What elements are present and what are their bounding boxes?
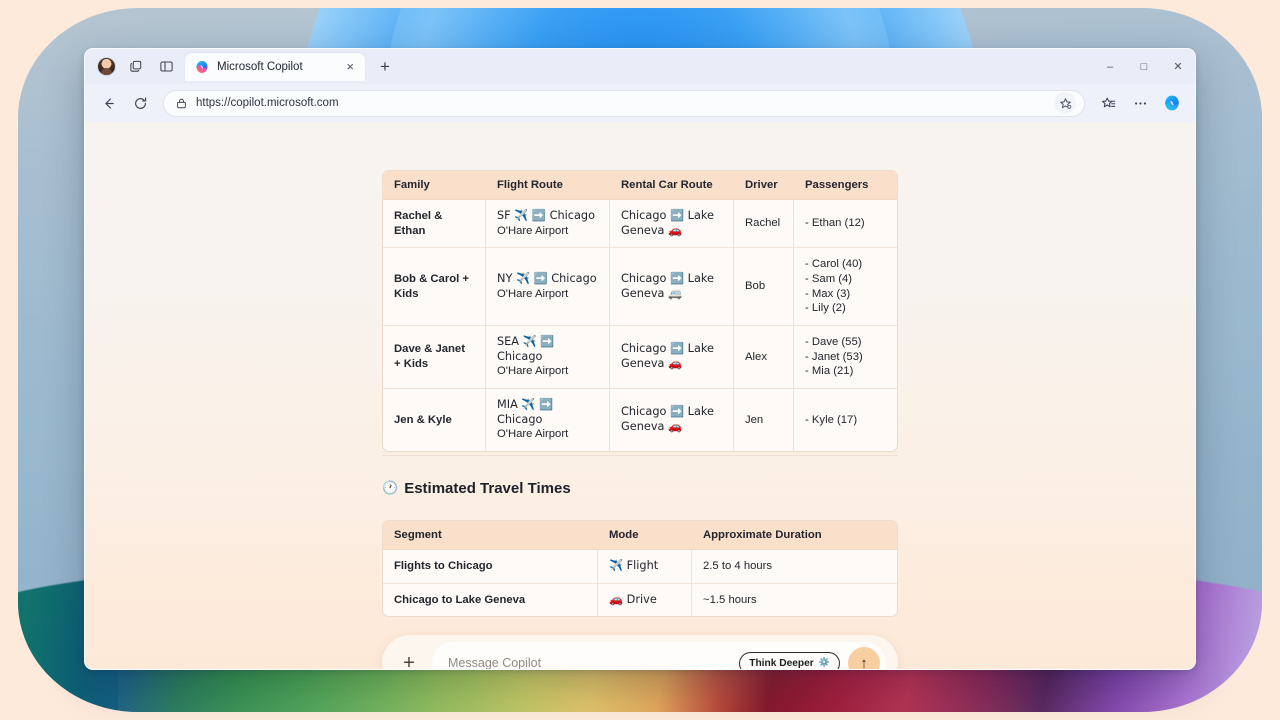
cell-passengers: - Kyle (17) <box>793 388 897 452</box>
favorites-icon[interactable] <box>1093 89 1123 117</box>
cell-driver: Bob <box>733 247 793 326</box>
think-deeper-toggle[interactable]: Think Deeper ⚙️ <box>739 651 840 669</box>
settings-more-icon[interactable] <box>1125 89 1155 117</box>
table-row: Chicago to Lake Geneva 🚗 Drive ~1.5 hour… <box>383 582 897 617</box>
url-text: https://copilot.microsoft.com <box>196 97 339 109</box>
workspaces-icon[interactable] <box>121 53 151 81</box>
table-row: Rachel & Ethan SF ✈️ ➡️ Chicago O'Hare A… <box>383 200 897 248</box>
column-header-segment: Segment <box>383 521 597 550</box>
section-heading-text: Estimated Travel Times <box>404 480 571 497</box>
table-row: Dave & Janet + Kids SEA ✈️ ➡️ Chicago O'… <box>383 325 897 389</box>
cell-driver: Alex <box>733 325 793 389</box>
flight-routes-table: Family Flight Route Rental Car Route Dri… <box>382 170 898 453</box>
window-controls: – □ ✕ <box>1093 49 1195 84</box>
site-info-icon[interactable] <box>175 97 188 110</box>
navigation-bar: https://copilot.microsoft.com <box>85 84 1195 122</box>
avatar[interactable] <box>91 53 121 81</box>
add-favorite-icon[interactable] <box>1054 92 1076 114</box>
cell-flight-route: SEA ✈️ ➡️ Chicago O'Hare Airport <box>485 325 609 389</box>
column-header-approximate-duration: Approximate Duration <box>691 521 897 550</box>
tab-strip: Microsoft Copilot × + – □ ✕ <box>85 49 1195 84</box>
table-header-row: Family Flight Route Rental Car Route Dri… <box>383 171 897 200</box>
cell-family: Dave & Janet + Kids <box>383 325 485 388</box>
cell-mode: 🚗 Drive <box>597 582 691 617</box>
page-section-heading: 🕐 Estimated Travel Times <box>382 480 571 497</box>
send-button[interactable]: ↑ <box>848 647 880 669</box>
cell-family: Jen & Kyle <box>383 388 485 451</box>
table-row: Jen & Kyle MIA ✈️ ➡️ Chicago O'Hare Airp… <box>383 388 897 452</box>
page-viewport: Family Flight Route Rental Car Route Dri… <box>85 122 1195 669</box>
cell-segment: Flights to Chicago <box>394 560 493 572</box>
cell-flight-route: MIA ✈️ ➡️ Chicago O'Hare Airport <box>485 388 609 452</box>
cell-family: Rachel & Ethan <box>394 210 443 237</box>
think-deeper-label: Think Deeper <box>749 657 814 669</box>
copilot-favicon-icon <box>195 60 209 74</box>
browser-window: Microsoft Copilot × + – □ ✕ https://copi… <box>84 48 1196 670</box>
cell-mode: ✈️ Flight <box>597 550 691 583</box>
cell-duration: ~1.5 hours <box>691 582 897 617</box>
cell-flight-route: NY ✈️ ➡️ Chicago O'Hare Airport <box>485 247 609 326</box>
maximize-button[interactable]: □ <box>1127 49 1161 84</box>
cell-flight-route: SF ✈️ ➡️ Chicago O'Hare Airport <box>485 200 609 248</box>
column-header-flight-route: Flight Route <box>485 171 609 200</box>
message-input[interactable] <box>448 656 732 669</box>
cell-rental-car-route: Chicago ➡️ Lake Geneva 🚗 <box>609 325 733 389</box>
gear-icon: ⚙️ <box>818 658 830 668</box>
clock-icon: 🕐 <box>382 481 399 496</box>
cell-rental-car-route: Chicago ➡️ Lake Geneva 🚗 <box>609 388 733 452</box>
minimize-button[interactable]: – <box>1093 49 1127 84</box>
close-window-button[interactable]: ✕ <box>1161 49 1195 84</box>
column-header-driver: Driver <box>733 171 793 200</box>
cell-passengers: - Dave (55) - Janet (53) - Mia (21) <box>793 325 897 389</box>
tab-title: Microsoft Copilot <box>217 60 303 73</box>
new-tab-button[interactable]: + <box>373 55 397 79</box>
estimated-travel-times-table: Segment Mode Approximate Duration Flight… <box>382 520 898 618</box>
back-icon[interactable] <box>93 89 123 117</box>
cell-rental-car-route: Chicago ➡️ Lake Geneva 🚐 <box>609 247 733 326</box>
avatar-image <box>96 57 116 76</box>
cell-passengers: - Ethan (12) <box>793 200 897 248</box>
cell-segment: Chicago to Lake Geneva <box>383 582 597 617</box>
column-header-passengers: Passengers <box>793 171 897 200</box>
cell-driver: Rachel <box>733 200 793 248</box>
copilot-sidebar-icon[interactable] <box>1157 89 1187 117</box>
tab-close-icon[interactable]: × <box>343 59 357 74</box>
table-header-row: Segment Mode Approximate Duration <box>383 521 897 550</box>
column-header-mode: Mode <box>597 521 691 550</box>
composer-input-shell[interactable]: Think Deeper ⚙️ ↑ <box>432 642 886 669</box>
reload-icon[interactable] <box>125 89 155 117</box>
section-divider <box>382 455 898 456</box>
column-header-family: Family <box>383 171 485 200</box>
cell-passengers: - Carol (40) - Sam (4) - Max (3) - Lily … <box>793 247 897 326</box>
tab-microsoft-copilot[interactable]: Microsoft Copilot × <box>185 52 365 81</box>
split-screen-icon[interactable] <box>151 53 181 81</box>
column-header-rental-car-route: Rental Car Route <box>609 171 733 200</box>
copilot-conversation: Family Flight Route Rental Car Route Dri… <box>85 122 1195 669</box>
address-bar[interactable]: https://copilot.microsoft.com <box>163 89 1085 117</box>
table-row: Flights to Chicago ✈️ Flight 2.5 to 4 ho… <box>383 550 897 583</box>
message-composer: + Think Deeper ⚙️ ↑ <box>382 635 898 669</box>
table-row: Bob & Carol + Kids NY ✈️ ➡️ Chicago O'Ha… <box>383 247 897 326</box>
cell-driver: Jen <box>733 388 793 452</box>
cell-duration: 2.5 to 4 hours <box>691 550 897 583</box>
cell-family: Bob & Carol + Kids <box>383 247 485 325</box>
add-attachment-button[interactable]: + <box>394 648 424 670</box>
cell-rental-car-route: Chicago ➡️ Lake Geneva 🚗 <box>609 200 733 248</box>
